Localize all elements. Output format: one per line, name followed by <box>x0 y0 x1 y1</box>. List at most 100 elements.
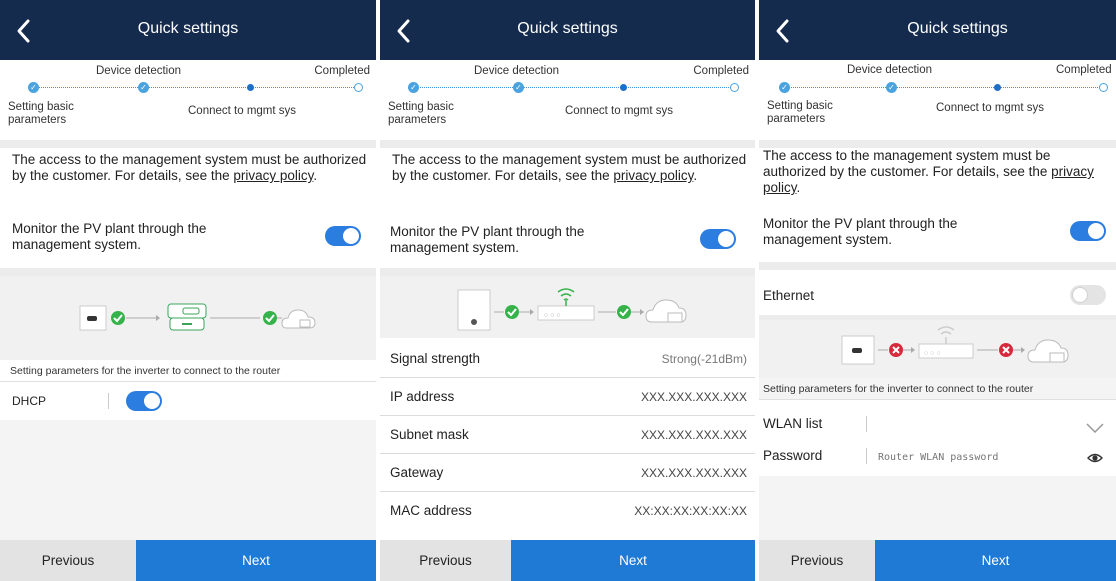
step-label-basic-parameters: Setting basic parameters <box>388 101 454 126</box>
authorization-notice: The access to the management system must… <box>763 148 1116 196</box>
next-button[interactable]: Next <box>511 540 755 581</box>
step-connector <box>414 87 735 88</box>
eye-icon[interactable] <box>1087 451 1103 463</box>
privacy-policy-link[interactable]: privacy policy <box>613 168 693 183</box>
step-current-icon <box>247 84 254 91</box>
divider <box>759 262 1116 270</box>
error-icon <box>998 343 1013 357</box>
quick-settings-screen-status: Quick settings Device detection Complete… <box>380 0 755 581</box>
monitor-plant-label: Monitor the PV plant through the managem… <box>12 221 207 252</box>
page-title: Quick settings <box>907 20 1008 37</box>
dhcp-toggle[interactable] <box>126 391 162 411</box>
row-value: XXX.XXX.XXX.XXX <box>640 466 747 480</box>
svg-text:○ ○ ○: ○ ○ ○ <box>544 312 561 319</box>
step-done-icon: ✓ <box>408 82 419 93</box>
row-key: Gateway <box>390 465 444 480</box>
quick-settings-screen-wlan: Quick settings Device detection Complete… <box>759 0 1116 581</box>
step-label-device-detection: Device detection <box>847 64 933 76</box>
empty-area <box>0 420 376 540</box>
svg-text:○ ○ ○: ○ ○ ○ <box>924 350 941 357</box>
step-done-icon: ✓ <box>138 82 149 93</box>
previous-button[interactable]: Previous <box>0 540 136 581</box>
row-value: Strong(-21dBm) <box>661 352 747 366</box>
cloud-icon <box>1026 339 1069 363</box>
step-label-connect-mgmt: Connect to mgmt sys <box>565 105 674 117</box>
field-divider <box>108 393 109 409</box>
row-key: Signal strength <box>390 351 481 366</box>
bottom-actions: Previous Next <box>759 540 1116 581</box>
notice-end: . <box>693 168 698 183</box>
dongle-icon <box>167 303 207 331</box>
check-icon <box>616 305 631 319</box>
step-pending-icon <box>1099 83 1108 92</box>
authorization-notice: The access to the management system must… <box>12 152 372 184</box>
step-label-device-detection: Device detection <box>474 65 560 77</box>
step-current-icon <box>620 84 627 91</box>
monitor-plant-toggle[interactable] <box>700 229 736 249</box>
monitor-plant-toggle[interactable] <box>325 226 361 246</box>
divider <box>759 140 1116 148</box>
quick-settings-screen-dhcp: Quick settings Device detection Complete… <box>0 0 376 581</box>
monitor-plant-label: Monitor the PV plant through the managem… <box>763 216 958 247</box>
error-icon <box>888 343 903 357</box>
back-arrow-icon[interactable] <box>773 18 793 44</box>
progress-steps: Device detection Completed ✓ ✓ Setting b… <box>0 60 376 140</box>
monitor-plant-toggle[interactable] <box>1070 221 1106 241</box>
check-icon <box>111 311 125 325</box>
connection-diagram <box>0 276 376 360</box>
step-done-icon: ✓ <box>886 82 897 93</box>
previous-button[interactable]: Previous <box>380 540 511 581</box>
authorization-notice: The access to the management system must… <box>392 152 751 184</box>
subnet-mask-row: Subnet mask XXX.XXX.XXX.XXX <box>380 416 755 454</box>
check-icon <box>504 305 519 319</box>
page-title: Quick settings <box>517 20 618 37</box>
row-key: MAC address <box>390 503 472 518</box>
next-button[interactable]: Next <box>136 540 376 581</box>
previous-button[interactable]: Previous <box>759 540 875 581</box>
row-key: IP address <box>390 389 455 404</box>
notice-text: The access to the management system must… <box>763 148 1052 179</box>
progress-steps: Device detection Completed ✓ ✓ Setting b… <box>380 60 755 140</box>
title-bar: Quick settings <box>380 0 755 60</box>
password-label: Password <box>763 448 823 463</box>
router-section-caption: Setting parameters for the inverter to c… <box>0 360 376 382</box>
divider <box>380 268 755 276</box>
page-title: Quick settings <box>137 20 239 37</box>
empty-area <box>759 476 1116 540</box>
row-value: XXX.XXX.XXX.XXX <box>640 390 747 404</box>
mac-address-row: MAC address XX:XX:XX:XX:XX:XX <box>380 492 755 530</box>
next-button[interactable]: Next <box>875 540 1116 581</box>
divider <box>0 140 376 148</box>
connection-diagram: ○ ○ ○ <box>380 276 755 338</box>
wlan-list-label: WLAN list <box>763 416 823 431</box>
field-divider <box>866 448 867 464</box>
step-done-icon: ✓ <box>779 82 790 93</box>
password-input[interactable] <box>878 449 1058 465</box>
step-label-completed: Completed <box>693 65 749 77</box>
step-label-connect-mgmt: Connect to mgmt sys <box>188 105 297 117</box>
notice-end: . <box>313 168 318 183</box>
progress-steps: Device detection Completed ✓ ✓ Setting b… <box>759 60 1116 140</box>
step-pending-icon <box>354 83 363 92</box>
step-done-icon: ✓ <box>28 82 39 93</box>
title-bar: Quick settings <box>0 0 376 60</box>
privacy-policy-link[interactable]: privacy policy <box>233 168 313 183</box>
ip-address-row: IP address XXX.XXX.XXX.XXX <box>380 378 755 416</box>
step-connector <box>34 87 356 88</box>
ethernet-toggle[interactable] <box>1070 285 1106 305</box>
row-value: XXX.XXX.XXX.XXX <box>640 428 747 442</box>
wifi-router-icon: ○ ○ ○ <box>918 326 973 359</box>
step-pending-icon <box>730 83 739 92</box>
notice-end: . <box>796 180 801 195</box>
inverter-icon <box>457 289 490 331</box>
inverter-icon <box>841 335 874 365</box>
chevron-down-icon[interactable] <box>1086 420 1104 434</box>
step-label-connect-mgmt: Connect to mgmt sys <box>936 102 1045 114</box>
step-label-completed: Completed <box>1056 64 1112 76</box>
step-current-icon <box>994 84 1001 91</box>
divider <box>380 140 755 148</box>
ethernet-label: Ethernet <box>763 288 815 303</box>
router-section-caption: Setting parameters for the inverter to c… <box>759 378 1116 400</box>
monitor-plant-label: Monitor the PV plant through the managem… <box>390 224 585 255</box>
step-connector <box>785 87 1102 88</box>
